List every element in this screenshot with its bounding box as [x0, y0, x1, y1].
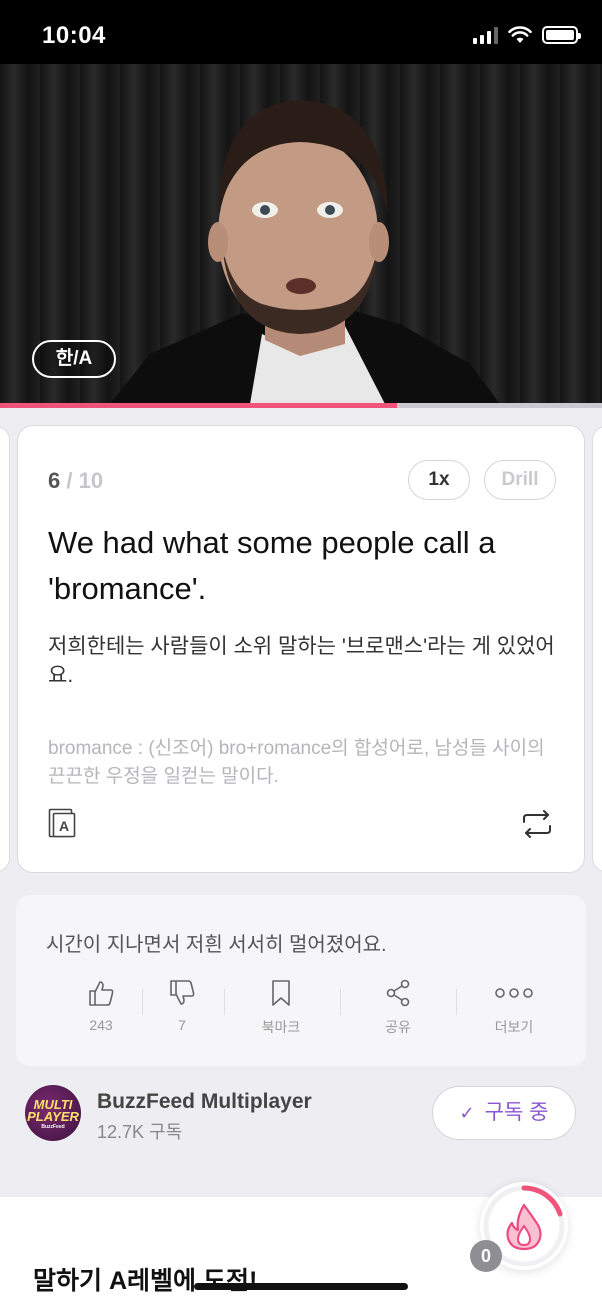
- channel-subscriber-count: 12.7K 구독: [97, 1122, 183, 1142]
- language-toggle-button[interactable]: 한/A: [32, 340, 116, 378]
- video-progress-fill: [0, 403, 398, 408]
- channel-name[interactable]: BuzzFeed Multiplayer: [97, 1090, 312, 1114]
- current-index: 6: [48, 468, 61, 493]
- like-count: 243: [89, 1017, 113, 1033]
- video-progress-bar[interactable]: [0, 403, 602, 408]
- drill-button[interactable]: Drill: [484, 460, 556, 500]
- battery-icon: [542, 26, 581, 44]
- dictionary-icon-letter: A: [59, 818, 69, 834]
- bookmark-button[interactable]: 북마크: [241, 979, 321, 1037]
- dictionary-icon[interactable]: A: [48, 808, 76, 838]
- more-button[interactable]: 더보기: [474, 979, 554, 1037]
- english-sentence: We had what some people call a 'bromance…: [48, 525, 496, 606]
- thumbs-down-icon: [170, 980, 195, 1005]
- action-bar: 243 7 북마크 공유 더보기: [32, 979, 572, 1039]
- bookmark-icon: [272, 980, 290, 1006]
- flame-icon: [506, 1203, 542, 1251]
- home-indicator: [194, 1283, 408, 1290]
- avatar-line2: PLAYER: [27, 1109, 79, 1124]
- next-sentence-preview[interactable]: 시간이 지나면서 저흰 서서히 멀어졌어요.: [46, 928, 387, 957]
- like-button[interactable]: 243: [61, 979, 141, 1033]
- subscribe-button[interactable]: ✓ 구독 중: [432, 1086, 576, 1140]
- dislike-button[interactable]: 7: [142, 979, 222, 1033]
- channel-avatar[interactable]: MULTI PLAYER BuzzFeed: [25, 1085, 81, 1141]
- more-icon: [495, 988, 533, 998]
- signal-icon: [473, 26, 498, 44]
- playback-speed-button[interactable]: 1x: [408, 460, 470, 500]
- dislike-count: 7: [178, 1017, 186, 1033]
- previous-card[interactable]: [0, 426, 10, 872]
- share-icon: [386, 979, 410, 1007]
- info-card: 시간이 지나면서 저흰 서서히 멀어졌어요. 243 7 북마크 공유 더보기: [16, 895, 586, 1066]
- vocabulary-note: bromance : (신조어) bro+romance의 합성어로, 남성들 …: [48, 738, 545, 787]
- subscribe-label: 구독 중: [484, 1101, 549, 1124]
- korean-translation: 저희한테는 사람들이 소위 말하는 '브로맨스'라는 게 있었어요.: [48, 635, 555, 687]
- status-icons: [473, 26, 581, 44]
- sentence-card: 6 / 10 1x Drill We had what some people …: [17, 425, 585, 873]
- total-count: / 10: [66, 468, 104, 493]
- avatar-line3: BuzzFeed: [41, 1124, 65, 1130]
- more-label: 더보기: [494, 1019, 534, 1035]
- status-bar: 10:04: [0, 0, 602, 64]
- share-label: 공유: [385, 1019, 411, 1035]
- channel-row: MULTI PLAYER BuzzFeed BuzzFeed Multiplay…: [0, 1080, 602, 1150]
- sentence-counter: 6 / 10: [48, 468, 103, 494]
- bookmark-label: 북마크: [261, 1019, 301, 1035]
- checkmark-icon: ✓: [459, 1103, 475, 1123]
- streak-count-badge: 0: [470, 1240, 502, 1272]
- status-time: 10:04: [42, 22, 106, 49]
- repeat-icon[interactable]: [520, 810, 554, 838]
- video-player[interactable]: 한/A: [0, 64, 602, 404]
- thumbs-up-icon: [89, 981, 114, 1006]
- share-button[interactable]: 공유: [358, 979, 438, 1037]
- wifi-icon: [508, 26, 532, 43]
- challenge-title: 말하기 A레벨에 도전!: [33, 1267, 258, 1295]
- next-card[interactable]: [592, 426, 602, 872]
